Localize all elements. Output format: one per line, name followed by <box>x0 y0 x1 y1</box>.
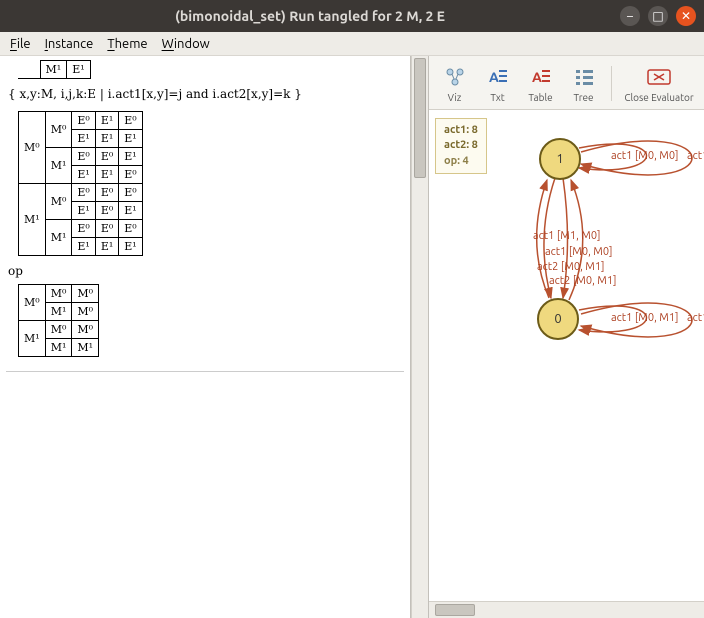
svg-text:A: A <box>532 69 542 85</box>
cell: E¹ <box>72 238 95 256</box>
menu-instance[interactable]: Instance <box>45 37 94 51</box>
cell: E¹ <box>119 202 142 220</box>
toolbar-close-evaluator-button[interactable]: Close Evaluator <box>620 64 698 103</box>
cell: E¹ <box>119 148 142 166</box>
graph-node-1[interactable]: 1 <box>539 138 581 180</box>
window-title: (bimonoidal_set) Run tangled for 2 M, 2 … <box>8 8 612 24</box>
cell: E⁰ <box>95 148 118 166</box>
edge-label: act1 [M0, M1] <box>611 312 679 324</box>
cell: E¹ <box>119 130 142 148</box>
divider <box>6 371 404 372</box>
op-label: op <box>8 264 404 278</box>
cell: E⁰ <box>119 166 142 184</box>
cell: M¹ <box>72 339 99 357</box>
op-table: M⁰ M⁰ M⁰ M¹ M⁰ M¹ M⁰ M⁰ M¹ <box>18 284 99 357</box>
cell: E¹ <box>72 130 95 148</box>
cell: E¹ <box>119 238 142 256</box>
cell: M⁰ <box>45 184 72 220</box>
toolbar-separator <box>611 66 612 101</box>
toolbar-txt-button[interactable]: A Txt <box>478 64 517 103</box>
graph-node-0[interactable]: 0 <box>537 298 579 340</box>
right-toolbar: Viz A Txt A Table Tree <box>429 56 704 110</box>
workarea: M¹ E¹ { x,y:M, i,j,k:E | i.act1[x,y]=j a… <box>0 56 704 618</box>
cell: M⁰ <box>72 285 99 303</box>
edge-label: act1 <box>687 312 704 324</box>
cell: M¹ <box>45 339 72 357</box>
cell: E¹ <box>72 166 95 184</box>
cell: E¹ <box>95 112 118 130</box>
cell: E¹ <box>67 61 90 79</box>
svg-text:A: A <box>489 69 499 85</box>
cell: M⁰ <box>45 321 72 339</box>
cell: M¹ <box>45 303 72 321</box>
txt-icon: A <box>485 64 511 90</box>
edge-label: act1 [M1, M0] <box>533 230 601 242</box>
top-fragment-table: M¹ E¹ <box>18 60 91 79</box>
cell: E⁰ <box>119 112 142 130</box>
cell: E⁰ <box>119 184 142 202</box>
edge-label: act1 <box>687 150 704 162</box>
close-evaluator-icon <box>646 64 672 90</box>
cell: E⁰ <box>95 220 118 238</box>
op-table-wrap: M⁰ M⁰ M⁰ M¹ M⁰ M¹ M⁰ M⁰ M¹ <box>18 284 404 357</box>
set-definition: { x,y:M, i,j,k:E | i.act1[x,y]=j and i.a… <box>8 87 404 101</box>
cell: M⁰ <box>72 303 99 321</box>
right-pane: Viz A Txt A Table Tree <box>428 56 704 618</box>
cell: M⁰ <box>19 112 46 184</box>
right-scrollbar-thumb[interactable] <box>435 604 475 616</box>
window-close-button[interactable]: ✕ <box>676 6 696 26</box>
cell: M¹ <box>19 321 46 357</box>
left-scrollbar-thumb[interactable] <box>414 58 426 178</box>
cell: M¹ <box>19 184 46 256</box>
graph-edges <box>429 110 704 590</box>
cell: E¹ <box>95 238 118 256</box>
left-pane: M¹ E¹ { x,y:M, i,j,k:E | i.act1[x,y]=j a… <box>0 56 411 618</box>
window-maximize-button[interactable]: □ <box>648 6 668 26</box>
graph-area[interactable]: act1: 8 act2: 8 op: 4 <box>429 110 704 601</box>
cell: M⁰ <box>45 112 72 148</box>
right-horizontal-scrollbar[interactable] <box>429 601 704 618</box>
toolbar-viz-button[interactable]: Viz <box>435 64 474 103</box>
edge-label: act1 [M0, M0] <box>611 150 679 162</box>
cell: E⁰ <box>95 184 118 202</box>
cell: M⁰ <box>45 285 72 303</box>
cell: E¹ <box>72 202 95 220</box>
cell: E⁰ <box>95 202 118 220</box>
cell: E⁰ <box>72 184 95 202</box>
menu-file[interactable]: File <box>10 37 31 51</box>
toolbar-table-button[interactable]: A Table <box>521 64 560 103</box>
cell: M⁰ <box>19 285 46 321</box>
edge-label: act2 [M0, M1] <box>549 275 617 287</box>
big-table-wrap: M⁰ M⁰ E⁰ E¹ E⁰ E¹ E¹ E¹ M¹ E⁰ E⁰ <box>18 111 404 256</box>
menubar: File Instance Theme Window <box>0 32 704 56</box>
cell: E¹ <box>95 166 118 184</box>
cell: E⁰ <box>72 220 95 238</box>
toolbar-tree-button[interactable]: Tree <box>564 64 603 103</box>
left-scrollbar[interactable] <box>411 56 428 618</box>
cell: E⁰ <box>119 220 142 238</box>
edge-label: act1 [M0, M0] <box>545 246 613 258</box>
cell: M¹ <box>45 220 72 256</box>
edge-label: act2 [M0, M1] <box>537 261 605 273</box>
window-minimize-button[interactable]: – <box>620 6 640 26</box>
menu-window[interactable]: Window <box>162 37 210 51</box>
left-content: M¹ E¹ { x,y:M, i,j,k:E | i.act1[x,y]=j a… <box>0 60 410 372</box>
cell: E⁰ <box>72 112 95 130</box>
cell: E¹ <box>95 130 118 148</box>
tree-icon <box>571 64 597 90</box>
cell: M¹ <box>40 61 67 79</box>
cell: M⁰ <box>72 321 99 339</box>
table-icon: A <box>528 64 554 90</box>
titlebar: (bimonoidal_set) Run tangled for 2 M, 2 … <box>0 0 704 32</box>
menu-theme[interactable]: Theme <box>107 37 147 51</box>
cell: E⁰ <box>72 148 95 166</box>
cell: M¹ <box>45 148 72 184</box>
big-table: M⁰ M⁰ E⁰ E¹ E⁰ E¹ E¹ E¹ M¹ E⁰ E⁰ <box>18 111 143 256</box>
viz-icon <box>442 64 468 90</box>
